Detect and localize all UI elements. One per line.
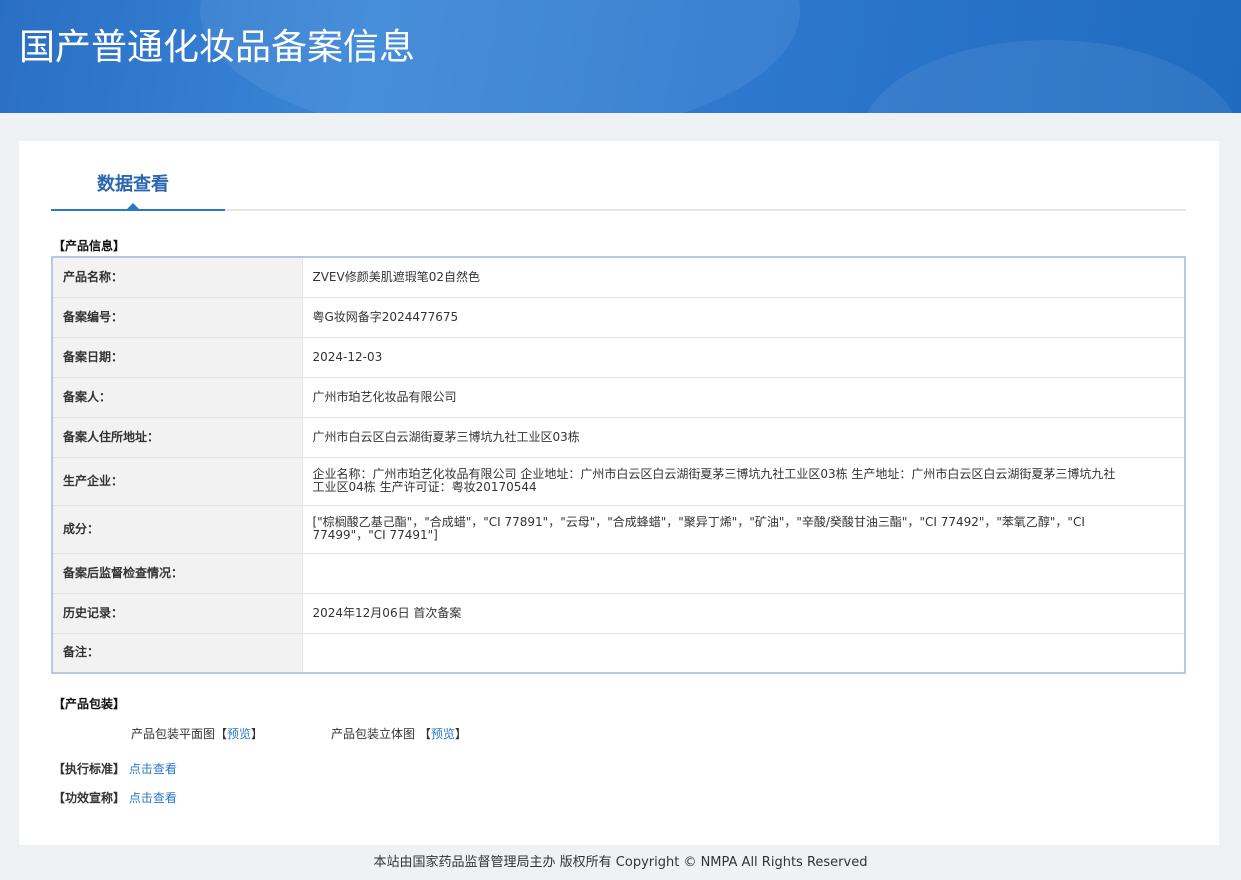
packaging-heading: 【产品包装】 <box>53 697 126 711</box>
efficacy-label: 【功效宣称】 <box>53 791 126 805</box>
table-row: 备案后监督检查情况： <box>52 553 1185 594</box>
bracket: 】 <box>454 727 467 741</box>
row-label: 历史记录： <box>52 593 303 634</box>
row-value <box>302 553 1185 594</box>
row-value: 2024年12月06日 首次备案 <box>302 593 1185 634</box>
standard-row: 【执行标准】 点击查看 <box>53 760 177 777</box>
row-value <box>302 633 1185 674</box>
tab-label: 数据查看 <box>97 174 169 195</box>
row-label: 产品名称： <box>52 257 303 298</box>
table-row: 备注： <box>52 633 1185 674</box>
row-value: 广州市白云区白云湖街夏茅三博坑九社工业区03栋 <box>302 417 1185 458</box>
table-row: 备案日期： 2024-12-03 <box>52 337 1185 378</box>
efficacy-row: 【功效宣称】 点击查看 <box>53 789 177 806</box>
table-row: 备案人住所地址： 广州市白云区白云湖街夏茅三博坑九社工业区03栋 <box>52 417 1185 458</box>
packaging-solid-preview-link[interactable]: 预览 <box>431 727 455 741</box>
footer-copyright: 本站由国家药品监督管理局主办 版权所有 Copyright © NMPA All… <box>373 855 868 870</box>
table-row: 生产企业： 企业名称：广州市珀艺化妆品有限公司 企业地址：广州市白云区白云湖街夏茅… <box>52 457 1185 506</box>
table-row: 产品名称： ZVEV修颜美肌遮瑕笔02自然色 <box>52 257 1185 298</box>
header-decoration <box>860 40 1240 113</box>
product-info-heading: 【产品信息】 <box>53 239 126 253</box>
row-label: 备案人： <box>52 377 303 418</box>
product-info-table: 产品名称： ZVEV修颜美肌遮瑕笔02自然色 备案编号： 粤G妆网备字20244776… <box>51 256 1186 674</box>
row-value: ["棕榈酸乙基己酯"，"合成蜡"，"CI 77891"，"云母"，"合成蜂蜡"，… <box>302 505 1185 554</box>
row-value: 粤G妆网备字2024477675 <box>302 297 1185 338</box>
tab-bar: 数据查看 <box>51 141 1186 211</box>
table-row: 历史记录： 2024年12月06日 首次备案 <box>52 593 1185 634</box>
packaging-flat-label: 产品包装平面图【 <box>131 727 228 741</box>
table-row: 备案人： 广州市珀艺化妆品有限公司 <box>52 377 1185 418</box>
table-row: 备案编号： 粤G妆网备字2024477675 <box>52 297 1185 338</box>
standard-view-link[interactable]: 点击查看 <box>129 762 177 776</box>
row-label: 备案编号： <box>52 297 303 338</box>
row-label: 备案日期： <box>52 337 303 378</box>
standard-label: 【执行标准】 <box>53 762 126 776</box>
row-value: 企业名称：广州市珀艺化妆品有限公司 企业地址：广州市白云区白云湖街夏茅三博坑九社… <box>302 457 1185 506</box>
packaging-flat: 产品包装平面图【预览】 <box>131 725 263 742</box>
page-title: 国产普通化妆品备案信息 <box>19 27 416 68</box>
row-label: 成分： <box>52 505 303 554</box>
tab-indicator-icon <box>127 203 139 209</box>
efficacy-view-link[interactable]: 点击查看 <box>129 791 177 805</box>
row-value: 广州市珀艺化妆品有限公司 <box>302 377 1185 418</box>
row-label: 备案人住所地址： <box>52 417 303 458</box>
bracket: 】 <box>251 727 264 741</box>
table-row: 成分： ["棕榈酸乙基己酯"，"合成蜡"，"CI 77891"，"云母"，"合成蜂… <box>52 505 1185 554</box>
row-value: 2024-12-03 <box>302 337 1185 378</box>
packaging-solid-label: 产品包装立体图 【 <box>331 727 431 741</box>
row-label: 生产企业： <box>52 457 303 506</box>
packaging-solid: 产品包装立体图 【预览】 <box>331 725 467 742</box>
row-label: 备案后监督检查情况： <box>52 553 303 594</box>
page-header: 国产普通化妆品备案信息 <box>0 0 1241 113</box>
content-card: 数据查看 【产品信息】 产品名称： ZVEV修颜美肌遮瑕笔02自然色 备案编号： 粤G… <box>19 141 1219 845</box>
tab-data-view[interactable]: 数据查看 <box>51 141 225 211</box>
packaging-flat-preview-link[interactable]: 预览 <box>227 727 251 741</box>
row-label: 备注： <box>52 633 303 674</box>
row-value: ZVEV修颜美肌遮瑕笔02自然色 <box>302 257 1185 298</box>
